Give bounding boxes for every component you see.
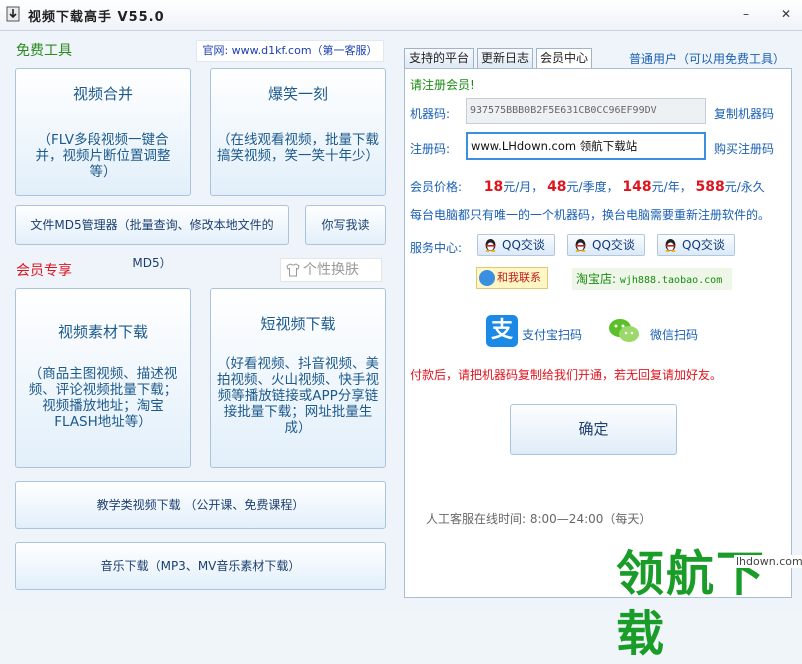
tile-title: 视频合并 bbox=[72, 85, 133, 103]
price-unit: 元/季度 bbox=[566, 180, 607, 194]
payment-note: 付款后，请把机器码复制给我们开通，若无回复请加好友。 bbox=[410, 368, 723, 382]
price-label: 会员价格: bbox=[410, 180, 463, 194]
tab-supported-platforms[interactable]: 支持的平台 bbox=[404, 48, 474, 68]
tab-update-log[interactable]: 更新日志 bbox=[477, 48, 533, 68]
tile-title: 短视频下载 bbox=[260, 315, 336, 333]
qq-penguin-icon bbox=[665, 239, 676, 252]
contact-icon bbox=[479, 270, 495, 286]
taobao-shop-link[interactable]: 淘宝店: wjh888.taobao.com bbox=[572, 268, 732, 290]
download-arrow-icon bbox=[6, 6, 20, 22]
tab-member-center[interactable]: 会员中心 bbox=[536, 48, 592, 69]
qq-chat-label: QQ交谈 bbox=[502, 238, 545, 252]
you-write-i-read-button[interactable]: 你写我读 bbox=[305, 205, 386, 245]
contact-me-button[interactable]: 和我联系 bbox=[476, 267, 548, 289]
register-code-input[interactable]: www.LHdown.com 领航下载站 bbox=[466, 132, 706, 160]
service-center-label: 服务中心: bbox=[410, 241, 463, 255]
register-code-label: 注册码: bbox=[410, 142, 451, 156]
machine-code-note: 每台电脑都只有唯一的一个机器码，换台电脑需要重新注册软件的。 bbox=[410, 208, 771, 222]
official-website-link[interactable]: 官网: www.d1kf.com（第一客服） bbox=[196, 40, 384, 62]
price-unit: 元/年 bbox=[651, 180, 680, 194]
tile-description: （在线观看视频，批量下载搞笑视频，笑一笑十年少） bbox=[217, 132, 379, 164]
qq-chat-button-2[interactable]: QQ交谈 bbox=[567, 234, 645, 256]
minimize-button[interactable]: – bbox=[738, 6, 754, 22]
taobao-label: 淘宝店: bbox=[576, 272, 620, 286]
price-yearly: 148 bbox=[622, 179, 652, 195]
title-bar: 视频下载高手 V55.0 – ✕ bbox=[0, 0, 802, 31]
qq-chat-button-3[interactable]: QQ交谈 bbox=[657, 234, 735, 256]
register-prompt: 请注册会员! bbox=[410, 78, 475, 92]
service-hours: 人工客服在线时间: 8:00—24:00（每天） bbox=[426, 512, 652, 526]
qq-chat-label: QQ交谈 bbox=[682, 238, 725, 252]
tile-description: （FLV多段视频一键合并，视频片断位置调整等） bbox=[35, 132, 171, 180]
window-title: 视频下载高手 V55.0 bbox=[28, 10, 165, 25]
copy-machine-code-link[interactable]: 复制机器码 bbox=[714, 105, 774, 122]
qq-penguin-icon bbox=[575, 239, 586, 252]
short-video-download-button[interactable]: 短视频下载 （好看视频、抖音视频、美拍视频、火山视频、快手视频等播放链接或APP… bbox=[210, 288, 386, 468]
change-skin-button[interactable]: 个性换肤 bbox=[280, 258, 382, 282]
qq-penguin-icon bbox=[485, 239, 496, 252]
free-tools-heading: 免费工具 bbox=[16, 43, 72, 59]
close-button[interactable]: ✕ bbox=[778, 6, 794, 22]
taobao-url: wjh888.taobao.com bbox=[619, 275, 723, 286]
md5-manager-button[interactable]: 文件MD5管理器（批量查询、修改本地文件的MD5） bbox=[15, 205, 289, 270]
wechat-scan-link[interactable]: 微信扫码 bbox=[650, 326, 698, 343]
contact-label: 和我联系 bbox=[497, 271, 541, 284]
watermark-url: lhdown.com bbox=[734, 555, 802, 568]
confirm-button[interactable]: 确定 bbox=[510, 404, 677, 455]
tile-description: （好看视频、抖音视频、美拍视频、火山视频、快手视频等播放链接或APP分享链接批量… bbox=[217, 356, 379, 436]
price-row: 会员价格: 18元/月， 48元/季度， 148元/年， 588元/永久 bbox=[410, 179, 765, 195]
user-status: 普通用户（可以用免费工具） bbox=[629, 52, 786, 66]
buy-register-code-link[interactable]: 购买注册码 bbox=[714, 140, 774, 157]
music-download-button[interactable]: 音乐下载（MP3、MV音乐素材下载） bbox=[15, 542, 386, 590]
price-monthly: 18 bbox=[483, 179, 504, 195]
tile-description: （商品主图视频、描述视频、评论视频批量下载；视频播放地址；淘宝FLASH地址等） bbox=[28, 366, 178, 430]
machine-code-label: 机器码: bbox=[410, 107, 451, 121]
funny-moments-button[interactable]: 爆笑一刻 （在线观看视频，批量下载搞笑视频，笑一笑十年少） bbox=[210, 68, 386, 196]
skin-label: 个性换肤 bbox=[303, 262, 359, 278]
qq-chat-label: QQ交谈 bbox=[592, 238, 635, 252]
tile-title: 视频素材下载 bbox=[57, 323, 148, 341]
vip-tools-heading: 会员专享 bbox=[16, 263, 72, 279]
alipay-scan-link[interactable]: 支付宝扫码 bbox=[522, 326, 582, 343]
price-lifetime: 588 bbox=[695, 179, 725, 195]
alipay-icon[interactable]: 支 bbox=[486, 315, 518, 347]
price-quarterly: 48 bbox=[547, 179, 567, 195]
edu-video-download-button[interactable]: 教学类视频下载 （公开课、免费课程） bbox=[15, 481, 386, 529]
machine-code-field[interactable]: 937575BBB0B2F5E631CB0CC96EF99DV bbox=[466, 98, 706, 124]
video-material-download-button[interactable]: 视频素材下载 （商品主图视频、描述视频、评论视频批量下载；视频播放地址；淘宝FL… bbox=[15, 288, 191, 468]
tshirt-icon bbox=[286, 263, 300, 277]
qq-chat-button-1[interactable]: QQ交谈 bbox=[477, 234, 555, 256]
wechat-icon[interactable] bbox=[607, 316, 641, 346]
video-merge-button[interactable]: 视频合并 （FLV多段视频一键合并，视频片断位置调整等） bbox=[15, 68, 191, 196]
price-unit: 元/永久 bbox=[724, 180, 765, 194]
tile-title: 爆笑一刻 bbox=[267, 85, 328, 103]
price-unit: 元/月 bbox=[503, 180, 532, 194]
